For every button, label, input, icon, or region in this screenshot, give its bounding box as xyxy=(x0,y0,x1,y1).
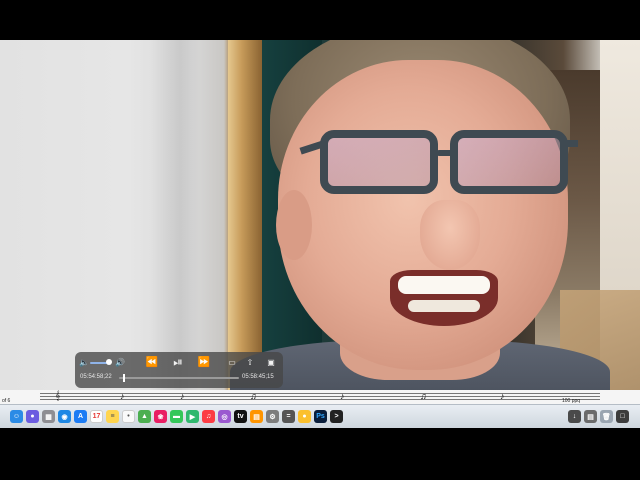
glasses-temple-right xyxy=(564,140,578,147)
remaining-time: 05:58:45;15 xyxy=(242,374,274,380)
reminders-icon[interactable]: • xyxy=(122,410,135,423)
documents-folder-icon[interactable]: ▤ xyxy=(584,410,597,423)
letterbox-bottom xyxy=(0,428,640,480)
calendar-icon[interactable]: 17 xyxy=(90,410,103,423)
letterbox-top xyxy=(0,0,640,40)
siri-icon[interactable]: ● xyxy=(26,410,39,423)
trash-icon[interactable]: 🗑 xyxy=(600,410,613,423)
music-note: ♪ xyxy=(180,391,185,401)
dock-right-section: ↓ ▤ 🗑 □ xyxy=(568,410,629,423)
finder-icon[interactable]: ☺ xyxy=(10,410,23,423)
current-time: 05:54:58;22 xyxy=(80,374,112,380)
scrubber-track[interactable] xyxy=(119,377,239,379)
facetime-icon[interactable]: ▶ xyxy=(186,410,199,423)
chrome-icon[interactable]: ● xyxy=(298,410,311,423)
messages-icon[interactable]: ▬ xyxy=(170,410,183,423)
music-note: ♪ xyxy=(120,391,125,401)
calculator-icon[interactable]: = xyxy=(282,410,295,423)
maps-icon[interactable]: ▲ xyxy=(138,410,151,423)
music-note: ♪ xyxy=(500,391,505,401)
launchpad-icon[interactable]: ▦ xyxy=(42,410,55,423)
photos-icon[interactable]: ❀ xyxy=(154,410,167,423)
glasses-lens-right xyxy=(450,130,568,194)
dock: ☺ ● ▦ ◉ A 17 ≡ • ▲ ❀ ▬ ▶ ♫ ◎ tv ▤ ⚙ = ● … xyxy=(0,404,640,429)
video-frame[interactable] xyxy=(0,40,640,390)
glasses-lens-left xyxy=(320,130,438,194)
play-pause-icon[interactable]: ⏯ xyxy=(171,355,185,369)
airplay-icon[interactable]: ▭ xyxy=(227,357,237,367)
volume-low-icon[interactable]: 🔈 xyxy=(79,357,89,367)
person-mouth xyxy=(390,270,498,326)
fast-forward-icon[interactable]: ⏩ xyxy=(197,356,211,368)
person-teeth-upper xyxy=(398,276,490,294)
door-frame xyxy=(228,40,262,390)
treble-clef-icon: 𝄞 xyxy=(55,390,61,400)
share-icon[interactable]: ⇧ xyxy=(245,357,255,367)
music-note: ♪ xyxy=(340,391,345,401)
music-note: ♫ xyxy=(250,391,257,401)
app-store-icon[interactable]: A xyxy=(74,410,87,423)
wall-shadow xyxy=(150,40,200,390)
picture-in-picture-icon[interactable]: ▣ xyxy=(265,357,277,367)
books-icon[interactable]: ▤ xyxy=(250,410,263,423)
volume-high-icon[interactable]: 🔊 xyxy=(115,357,125,367)
video-player-controls[interactable]: 🔈 🔊 ⏪ ⏯ ⏩ ▭ ⇧ ▣ 05:54:58;22 05:58:45;15 xyxy=(75,352,283,388)
downloads-folder-icon[interactable]: ↓ xyxy=(568,410,581,423)
tv-icon[interactable]: tv xyxy=(234,410,247,423)
person-teeth-lower xyxy=(408,300,480,312)
safari-icon[interactable]: ◉ xyxy=(58,410,71,423)
photoshop-icon[interactable]: Ps xyxy=(314,410,327,423)
music-icon[interactable]: ♫ xyxy=(202,410,215,423)
terminal-icon[interactable]: > xyxy=(330,410,343,423)
person-nose xyxy=(420,200,480,270)
notes-icon[interactable]: ≡ xyxy=(106,410,119,423)
dock-apps: ☺ ● ▦ ◉ A 17 ≡ • ▲ ❀ ▬ ▶ ♫ ◎ tv ▤ ⚙ = ● … xyxy=(10,410,343,423)
volume-slider-knob[interactable] xyxy=(106,359,112,365)
window-icon[interactable]: □ xyxy=(616,410,629,423)
person-glasses xyxy=(299,130,578,208)
system-preferences-icon[interactable]: ⚙ xyxy=(266,410,279,423)
rewind-icon[interactable]: ⏪ xyxy=(145,356,159,368)
music-score-strip[interactable]: 𝄞 ♪ ♪ ♫ ♪ ♫ ♪ of 6 100 ppq xyxy=(0,390,640,404)
podcasts-icon[interactable]: ◎ xyxy=(218,410,231,423)
music-note: ♫ xyxy=(420,391,427,401)
scrubber-playhead[interactable] xyxy=(122,374,125,382)
